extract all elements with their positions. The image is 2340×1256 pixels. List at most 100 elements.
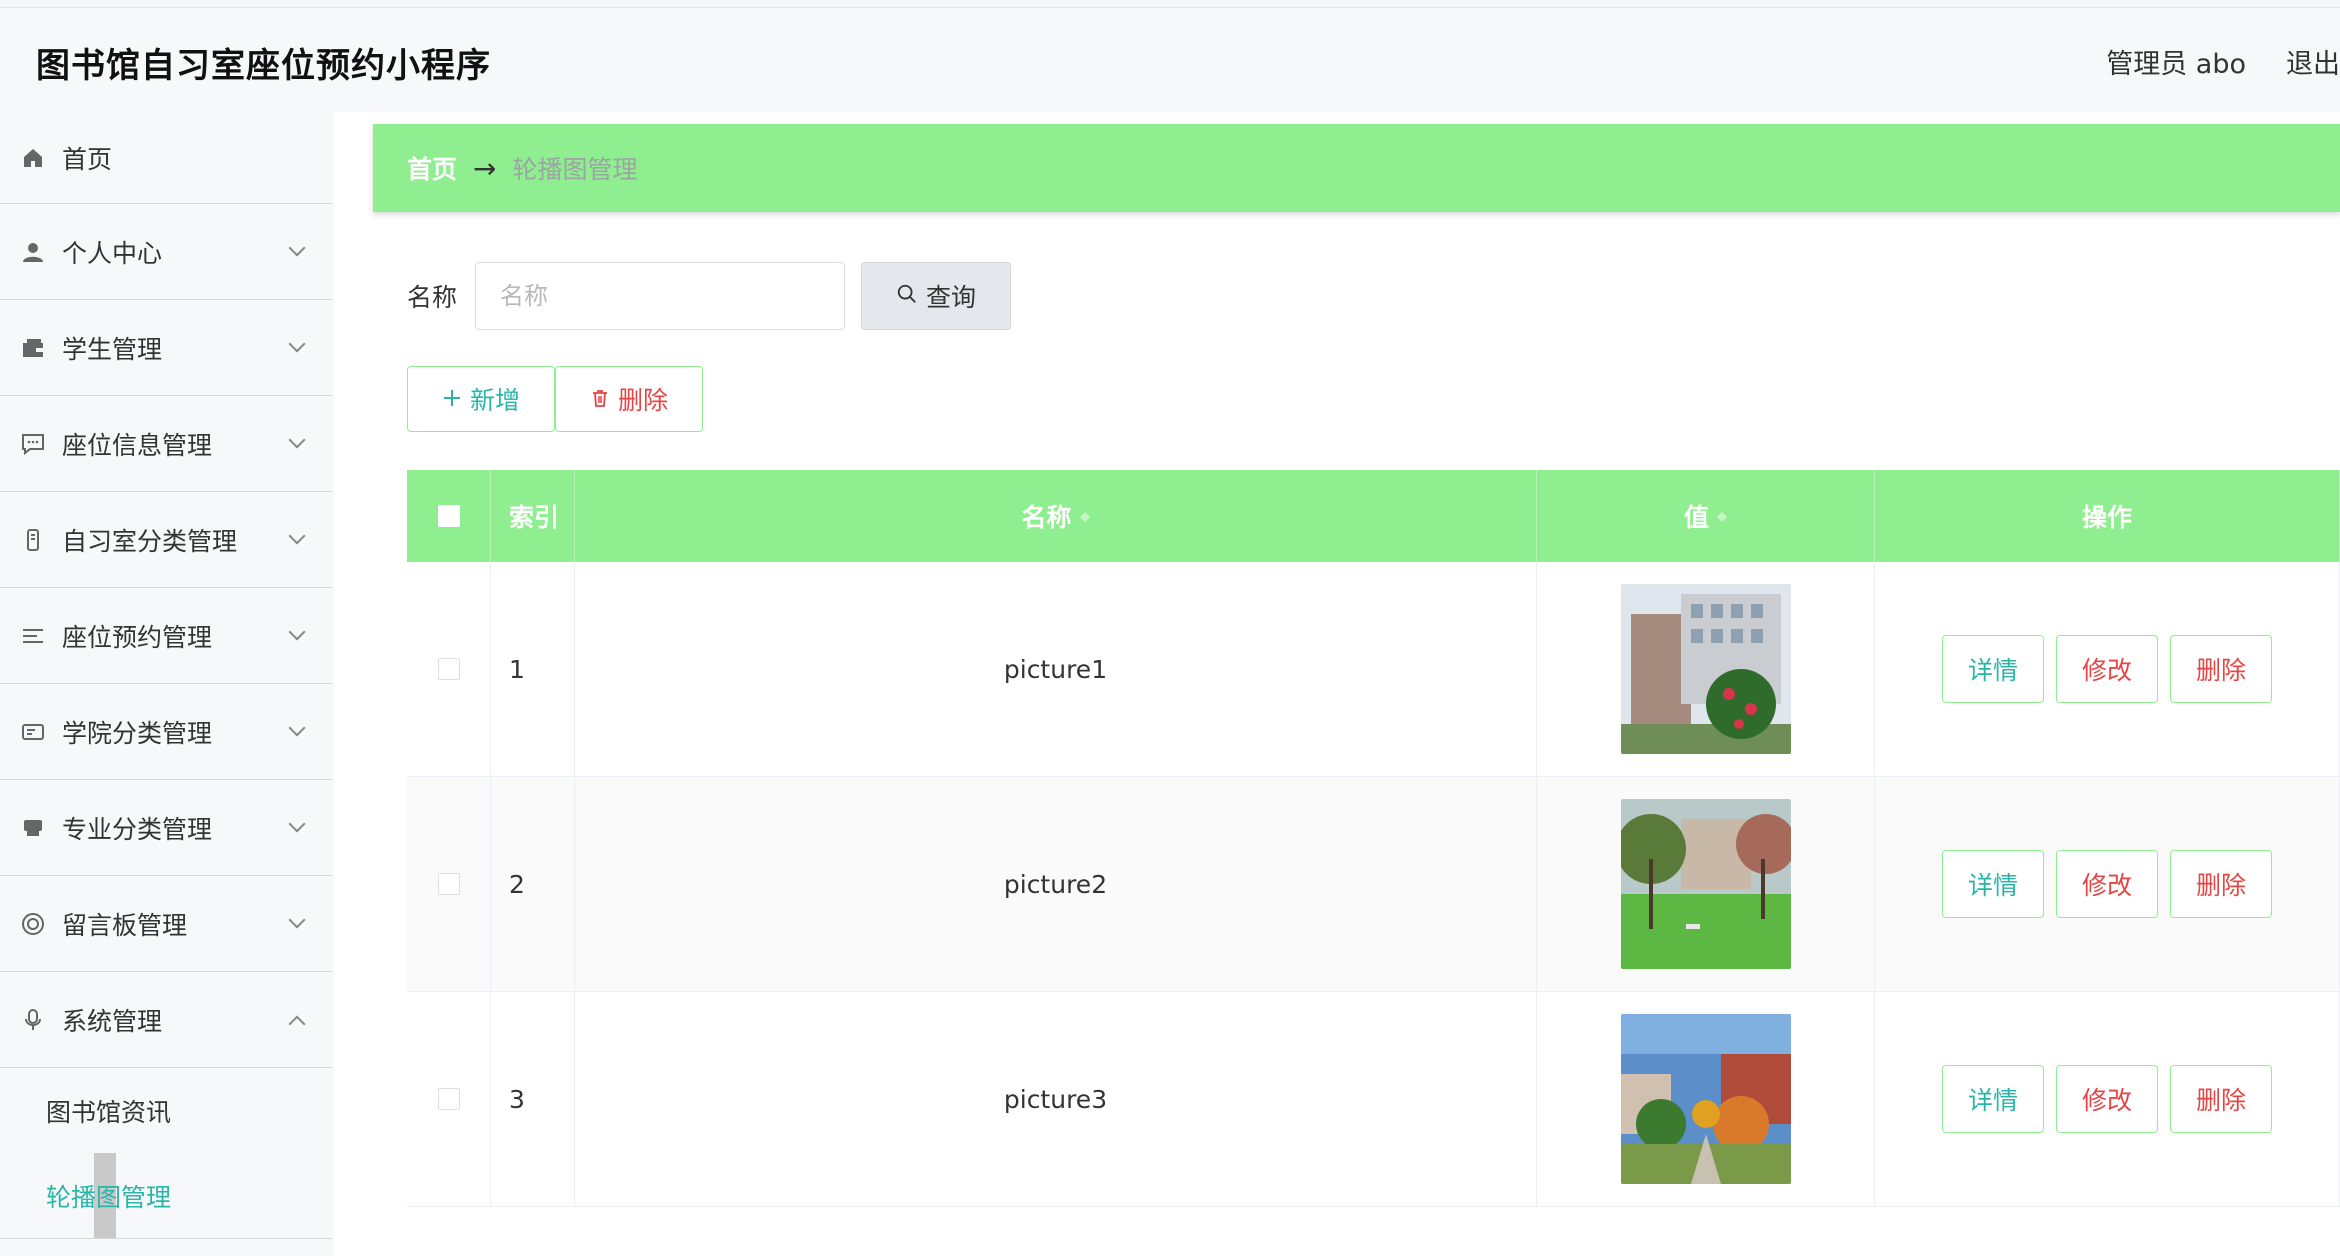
header-index: 索引 — [491, 470, 575, 562]
sidebar-item-seat-info[interactable]: 座位信息管理 — [0, 396, 333, 492]
sidebar-subitem-label: 图书馆资讯 — [46, 1097, 172, 1127]
card-icon — [20, 719, 46, 745]
sidebar-item-label: 自习室分类管理 — [62, 526, 238, 556]
sidebar-item-label: 留言板管理 — [62, 910, 188, 940]
search-label: 名称 — [407, 283, 458, 312]
sidebar-item-personal-center[interactable]: 个人中心 — [0, 204, 333, 300]
shop-icon — [20, 815, 46, 841]
row-checkbox[interactable] — [437, 873, 460, 895]
sidebar-subitem-label: 轮播图管理 — [46, 1182, 172, 1212]
header-value[interactable]: 值 — [1537, 470, 1875, 562]
detail-button[interactable]: 详情 — [1942, 635, 2044, 703]
chevron-down-icon — [288, 431, 306, 449]
header-select-all[interactable] — [407, 470, 491, 562]
delete-button[interactable]: 删除 — [2170, 635, 2272, 703]
chevron-down-icon — [288, 911, 306, 929]
sidebar-item-student[interactable]: 学生管理 — [0, 300, 333, 396]
detail-button[interactable]: 详情 — [1942, 1065, 2044, 1133]
delete-button[interactable]: 删除 — [2170, 850, 2272, 918]
query-button[interactable]: 查询 — [861, 262, 1012, 330]
list-icon — [20, 623, 46, 649]
row-ops: 详情 修改 删除 — [1875, 562, 2340, 776]
row-name: picture1 — [575, 562, 1537, 776]
row-ops: 详情 修改 删除 — [1875, 992, 2340, 1206]
sidebar-item-home[interactable]: 首页 — [0, 112, 333, 204]
sidebar-subitem-carousel[interactable]: 轮播图管理 — [0, 1153, 333, 1238]
sort-icon[interactable] — [1079, 507, 1090, 525]
batch-delete-label: 删除 — [617, 386, 668, 415]
sidebar-item-system[interactable]: 系统管理 — [0, 972, 333, 1068]
help-icon — [20, 911, 46, 937]
row-ops: 详情 修改 删除 — [1875, 777, 2340, 991]
table-row: 1 picture1 详情 修改 删除 — [407, 562, 2340, 777]
chevron-down-icon — [288, 719, 306, 737]
sidebar-item-label: 个人中心 — [62, 238, 163, 268]
header-name-label: 名称 — [1021, 503, 1072, 532]
row-checkbox[interactable] — [437, 658, 460, 680]
admin-user-label[interactable]: 管理员 abo — [2106, 42, 2246, 81]
row-index: 2 — [491, 777, 575, 991]
sidebar-item-label: 专业分类管理 — [62, 814, 213, 844]
chevron-down-icon — [288, 815, 306, 833]
table-header: 索引 名称 值 操作 — [407, 470, 2340, 562]
breadcrumb-arrow-icon: → — [473, 151, 497, 185]
sidebar-item-label: 座位信息管理 — [62, 430, 213, 460]
home-icon — [20, 145, 46, 171]
batch-delete-button[interactable]: 删除 — [555, 366, 703, 432]
search-icon — [896, 282, 918, 311]
row-checkbox[interactable] — [437, 1088, 460, 1110]
sidebar-item-label: 座位预约管理 — [62, 622, 213, 652]
chevron-down-icon — [288, 623, 306, 641]
edit-button[interactable]: 修改 — [2056, 1065, 2158, 1133]
carousel-table: 索引 名称 值 操作 1 picture1 详情 修改 删除 2 picture… — [407, 470, 2340, 1207]
breadcrumb-home[interactable]: 首页 — [407, 150, 457, 186]
row-select-cell[interactable] — [407, 992, 491, 1206]
user-icon — [20, 239, 46, 265]
chevron-up-icon — [288, 1015, 306, 1033]
chat-icon — [20, 431, 46, 457]
select-all-checkbox[interactable] — [437, 505, 460, 527]
sidebar-item-label: 学院分类管理 — [62, 718, 213, 748]
add-button[interactable]: 新增 — [407, 366, 555, 432]
edit-button[interactable]: 修改 — [2056, 635, 2158, 703]
row-value — [1537, 992, 1875, 1206]
sidebar-item-seat-reservation[interactable]: 座位预约管理 — [0, 588, 333, 684]
chevron-down-icon — [288, 335, 306, 353]
row-index: 1 — [491, 562, 575, 776]
sidebar-item-label: 首页 — [62, 144, 113, 174]
sidebar-item-study-room-category[interactable]: 自习室分类管理 — [0, 492, 333, 588]
sidebar-subitem-library-news[interactable]: 图书馆资讯 — [0, 1068, 333, 1153]
app-title: 图书馆自习室座位预约小程序 — [36, 46, 491, 86]
search-input[interactable] — [475, 262, 846, 330]
carousel-image-thumbnail[interactable] — [1620, 1014, 1791, 1184]
sidebar-item-message-board[interactable]: 留言板管理 — [0, 876, 333, 972]
add-button-label: 新增 — [469, 386, 520, 415]
header-value-label: 值 — [1683, 503, 1709, 532]
sidebar-item-college-category[interactable]: 学院分类管理 — [0, 684, 333, 780]
app-header: 图书馆自习室座位预约小程序 管理员 abo 退出 — [0, 8, 2340, 112]
row-name: picture3 — [575, 992, 1537, 1206]
row-select-cell[interactable] — [407, 562, 491, 776]
sidebar-item-label: 系统管理 — [62, 1006, 163, 1036]
sidebar-item-major-category[interactable]: 专业分类管理 — [0, 780, 333, 876]
header-name[interactable]: 名称 — [575, 470, 1537, 562]
wallet-icon — [20, 335, 46, 361]
sidebar-item-label: 学生管理 — [62, 334, 163, 364]
mic-icon — [20, 1007, 46, 1033]
row-select-cell[interactable] — [407, 777, 491, 991]
phone-icon — [20, 527, 46, 553]
sort-icon[interactable] — [1717, 507, 1727, 525]
top-border — [0, 0, 2340, 8]
logout-link[interactable]: 退出 — [2286, 42, 2340, 81]
carousel-image-thumbnail[interactable] — [1620, 799, 1791, 969]
search-bar: 名称 查询 — [407, 262, 1012, 330]
edit-button[interactable]: 修改 — [2056, 850, 2158, 918]
header-ops: 操作 — [1875, 470, 2340, 562]
sidebar: 首页 个人中心 学生管理 座位信息管理 自习室分类管理 座位预约管理 学院分类管… — [0, 112, 333, 1256]
detail-button[interactable]: 详情 — [1942, 850, 2044, 918]
query-button-label: 查询 — [926, 283, 977, 312]
toolbar: 新增 删除 — [407, 366, 703, 432]
chevron-down-icon — [288, 239, 306, 257]
carousel-image-thumbnail[interactable] — [1620, 584, 1791, 754]
delete-button[interactable]: 删除 — [2170, 1065, 2272, 1133]
